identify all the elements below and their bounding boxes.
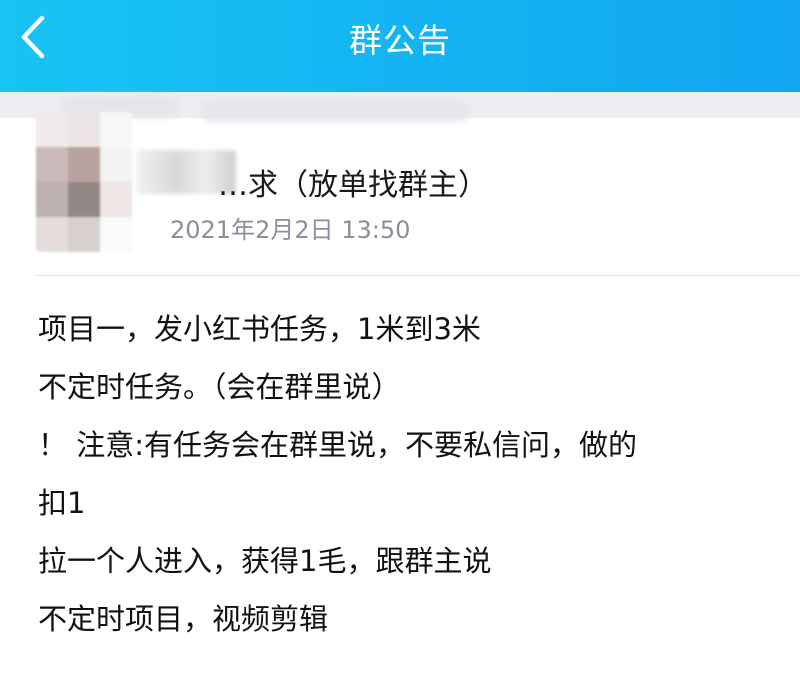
poster-name: …求（放单找群主） [218,168,488,203]
page-title: 群公告 [349,21,451,60]
navigation-bar: 群公告 [0,0,800,92]
announcement-line: 项目一，发小红书任务，1米到3米 [38,312,481,346]
avatar[interactable] [36,112,132,252]
announcement-line: 拉一个人进入，获得1毛，跟群主说 [38,544,492,578]
announcement-line: 不定时项目，视频剪辑 [38,602,329,636]
announcement-line: ！ 注意:有任务会在群里说，不要私信问，做的 [38,428,637,462]
announcement-body: 项目一，发小红书任务，1米到3米 不定时任务。（会在群里说） ！ 注意:有任务会… [38,300,778,648]
post-timestamp: 2021年2月2日 13:50 [170,216,411,244]
announcement-line: 扣1 [38,486,86,520]
announcement-line: 不定时任务。（会在群里说） [38,370,401,404]
divider [36,275,800,276]
privacy-blur [200,100,470,122]
